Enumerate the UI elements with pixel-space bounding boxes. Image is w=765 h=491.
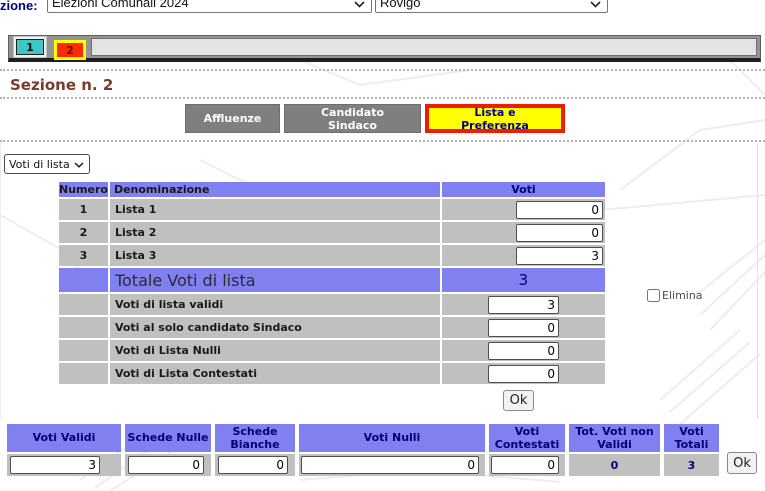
table-header-row: Numero Denominazione Voti (59, 182, 605, 197)
separator (0, 97, 765, 99)
voti-lista-validi-input[interactable] (488, 296, 559, 314)
totals-table: Voti Validi Schede Nulle Schede Bianche … (3, 422, 723, 478)
column-header-numero: Numero (59, 182, 108, 197)
tab-bar: Affluenze Candidato Sindaco Lista e Pref… (185, 104, 565, 133)
lista-denominazione: Lista 3 (110, 245, 440, 266)
voti-totali-value: 3 (664, 454, 719, 476)
elimina-option[interactable]: Elimina (647, 289, 703, 302)
section-nav-strip (91, 38, 757, 56)
lista-numero: 3 (59, 245, 108, 266)
page-title: Sezione n. 2 (10, 76, 113, 94)
section-button-2[interactable]: 2 (57, 43, 83, 57)
lista-2-voti-input[interactable] (516, 224, 603, 242)
lista-denominazione: Lista 2 (110, 222, 440, 243)
chevron-down-icon (74, 158, 84, 171)
lista-denominazione: Lista 1 (110, 199, 440, 220)
lista-numero: 2 (59, 222, 108, 243)
summary-spacer (59, 340, 108, 361)
column-header-voti-totali: Voti Totali (664, 424, 719, 452)
section-button-2-frame: 2 (54, 40, 86, 60)
summary-row: Voti al solo candidato Sindaco (59, 317, 605, 338)
column-header-voti-contestati: Voti Contestati (489, 424, 565, 452)
voti-solo-candidato-input[interactable] (488, 319, 559, 337)
column-header-denominazione: Denominazione (110, 182, 440, 197)
table-row: 1 Lista 1 (59, 199, 605, 220)
schede-bianche-input[interactable] (218, 456, 288, 474)
election-select-value: Elezioni Comunali 2024 (52, 0, 189, 10)
table-row: 3 Lista 3 (59, 245, 605, 266)
lista-ok-button[interactable]: Ok (503, 390, 534, 411)
tab-lista-e-preferenza[interactable]: Lista e Preferenza (425, 104, 565, 133)
summary-spacer (59, 294, 108, 315)
lista-1-voti-input[interactable] (516, 201, 603, 219)
totals-value-row: 0 3 (7, 454, 719, 476)
total-row-spacer (59, 268, 108, 292)
column-header-tot-voti-non-validi: Tot. Voti non Validi (569, 424, 660, 452)
totals-header-row: Voti Validi Schede Nulle Schede Bianche … (7, 424, 719, 452)
lista-numero: 1 (59, 199, 108, 220)
section-button-1-frame: 1 (13, 36, 47, 58)
election-select[interactable]: Elezioni Comunali 2024 (47, 0, 372, 13)
tot-voti-non-validi-value: 0 (569, 454, 660, 476)
schede-nulle-input[interactable] (128, 456, 204, 474)
total-label: Totale Voti di lista (110, 268, 440, 292)
separator (0, 69, 765, 71)
municipality-select[interactable]: Rovigo (375, 0, 608, 13)
summary-label: Voti di lista validi (110, 294, 440, 315)
elimina-label: Elimina (662, 289, 703, 302)
lista-3-voti-input[interactable] (516, 247, 603, 265)
section-nav: 1 2 (8, 35, 761, 62)
voti-nulli-input[interactable] (301, 456, 479, 474)
total-row: Totale Voti di lista 3 (59, 268, 605, 292)
view-select-value: Voti di lista (9, 158, 70, 171)
section-button-1[interactable]: 1 (16, 39, 44, 55)
voti-validi-input[interactable] (10, 456, 100, 474)
column-header-schede-nulle: Schede Nulle (125, 424, 211, 452)
column-header-voti: Voti (442, 182, 605, 197)
elimina-checkbox[interactable] (647, 289, 660, 302)
voti-lista-contestati-input[interactable] (488, 365, 559, 383)
election-label: zione: (0, 0, 38, 13)
summary-label: Voti al solo candidato Sindaco (110, 317, 440, 338)
summary-row: Voti di Lista Contestati (59, 363, 605, 384)
chevron-down-icon (590, 1, 601, 10)
column-header-schede-bianche: Schede Bianche (215, 424, 295, 452)
voti-lista-nulli-input[interactable] (488, 342, 559, 360)
column-header-voti-validi: Voti Validi (7, 424, 121, 452)
summary-label: Voti di Lista Contestati (110, 363, 440, 384)
column-header-voti-nulli: Voti Nulli (299, 424, 485, 452)
summary-label: Voti di Lista Nulli (110, 340, 440, 361)
summary-row: Voti di Lista Nulli (59, 340, 605, 361)
view-select[interactable]: Voti di lista (4, 154, 90, 174)
total-value: 3 (442, 268, 605, 292)
table-row: 2 Lista 2 (59, 222, 605, 243)
voti-contestati-input[interactable] (491, 456, 559, 474)
tab-affluenze[interactable]: Affluenze (185, 104, 280, 133)
chevron-down-icon (354, 1, 365, 10)
summary-row: Voti di lista validi (59, 294, 605, 315)
tab-candidato-sindaco[interactable]: Candidato Sindaco (284, 104, 421, 133)
summary-spacer (59, 317, 108, 338)
lista-table: Numero Denominazione Voti 1 Lista 1 2 Li… (57, 180, 607, 386)
totals-ok-button[interactable]: Ok (727, 452, 757, 474)
summary-spacer (59, 363, 108, 384)
municipality-select-value: Rovigo (380, 0, 420, 10)
